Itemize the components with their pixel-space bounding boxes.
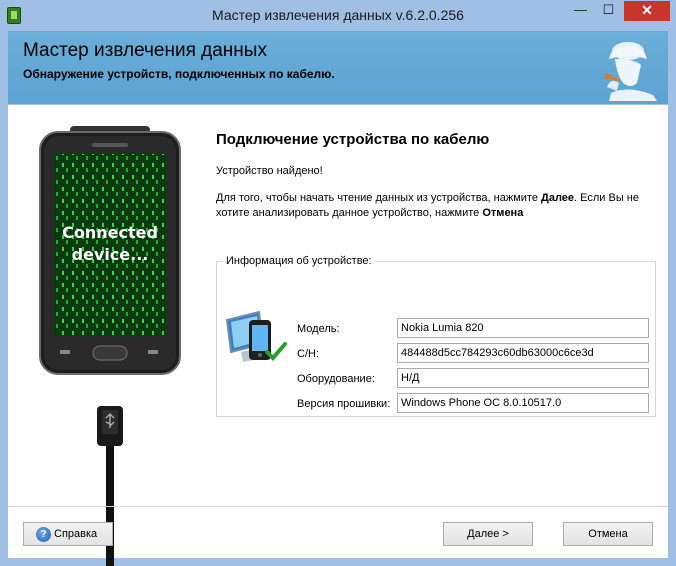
- device-info-legend: Информация об устройстве:: [223, 255, 375, 267]
- maximize-button[interactable]: ☐: [595, 1, 622, 21]
- hardware-field[interactable]: Н/Д: [397, 368, 649, 388]
- model-label: Модель:: [297, 323, 340, 335]
- serial-label: С/Н:: [297, 348, 319, 360]
- hardware-label: Оборудование:: [297, 373, 375, 385]
- phone-screen-text-line1: Connected: [62, 223, 158, 242]
- minimize-button[interactable]: —: [567, 1, 594, 21]
- phone-screen-text-line2: device...: [72, 245, 149, 264]
- banner-subtitle: Обнаружение устройств, подключенных по к…: [23, 67, 335, 81]
- section-heading: Подключение устройства по кабелю: [216, 131, 490, 148]
- detective-logo-icon: [604, 42, 657, 101]
- instruction-next-word: Далее: [541, 192, 575, 204]
- wizard-window: Мастер извлечения данных v.6.2.0.256 — ☐…: [0, 0, 676, 566]
- title-bar[interactable]: Мастер извлечения данных v.6.2.0.256 — ☐…: [0, 0, 676, 31]
- instruction-cancel-word: Отмена: [482, 207, 524, 219]
- client-area: Мастер извлечения данных Обнаружение уст…: [8, 31, 668, 566]
- help-button-label: Справка: [54, 528, 98, 540]
- header-banner: Мастер извлечения данных Обнаружение уст…: [8, 31, 668, 105]
- firmware-field[interactable]: Windows Phone OC 8.0.10517.0: [397, 393, 649, 413]
- serial-field[interactable]: 484488d5cc784293c60db63000c6ce3d: [397, 343, 649, 363]
- instruction-part1: Для того, чтобы начать чтение данных из …: [216, 192, 541, 204]
- banner-title: Мастер извлечения данных: [23, 40, 267, 61]
- connected-phone-image: Connected device...: [39, 126, 181, 566]
- close-button[interactable]: ✕: [624, 1, 670, 21]
- cancel-button[interactable]: Отмена: [563, 522, 653, 546]
- help-button[interactable]: ? Справка: [23, 522, 113, 546]
- next-button[interactable]: Далее >: [443, 522, 533, 546]
- device-connected-icon: [225, 310, 287, 362]
- device-info-group: Информация об устройстве: Модель: Nokia …: [216, 255, 656, 417]
- model-field[interactable]: Nokia Lumia 820: [397, 318, 649, 338]
- footer-divider: [8, 506, 668, 507]
- device-found-text: Устройство найдено!: [216, 165, 323, 177]
- firmware-label: Версия прошивки:: [297, 398, 391, 410]
- help-icon: ?: [36, 527, 51, 542]
- instruction-text: Для того, чтобы начать чтение данных из …: [216, 191, 646, 221]
